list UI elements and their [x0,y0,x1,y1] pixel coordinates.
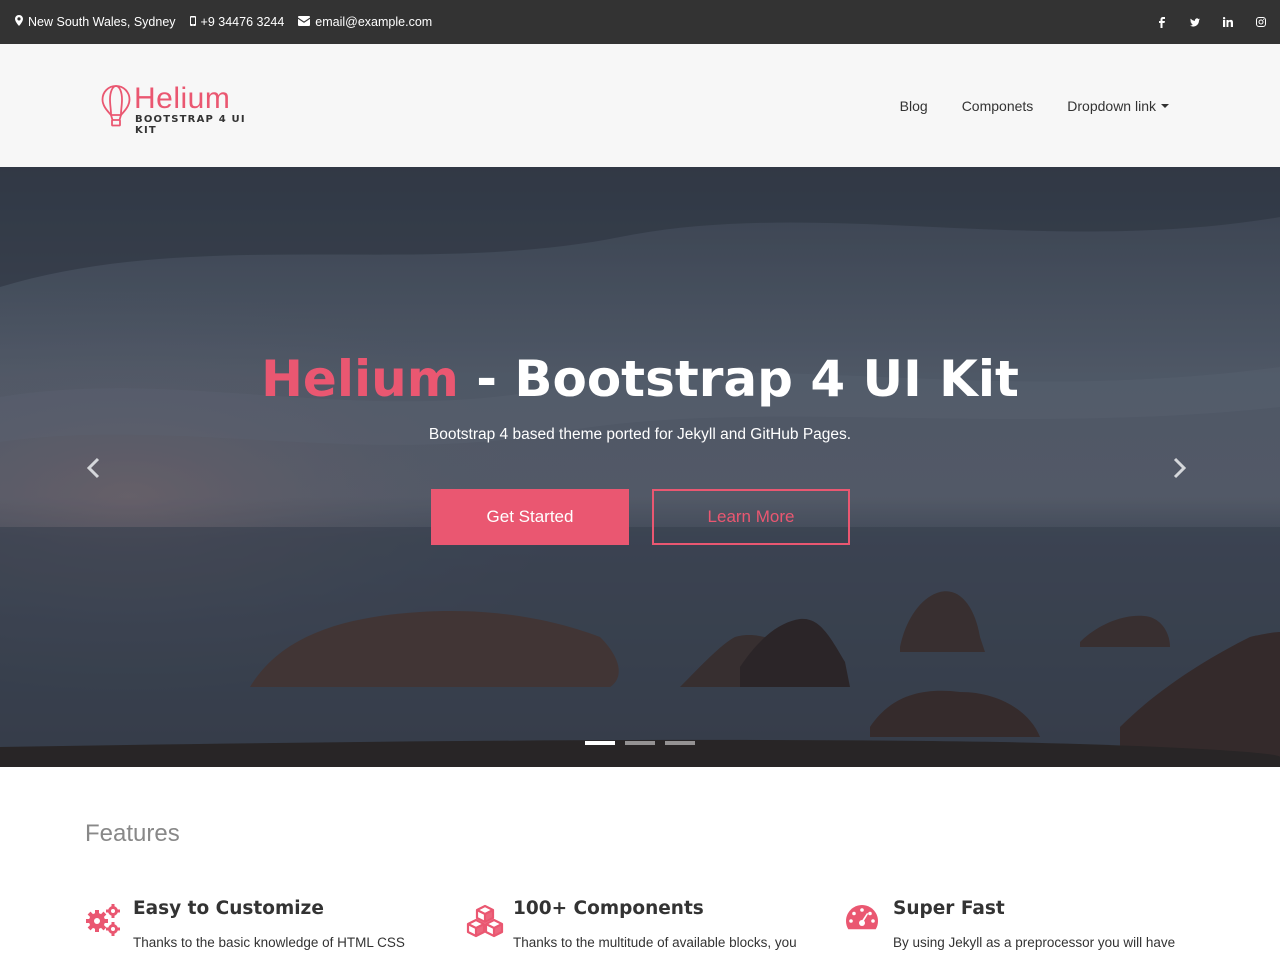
facebook-icon[interactable] [1157,16,1167,28]
hero-background-image [0,167,1280,767]
brand-tagline: BOOTSTRAP 4 UI KIT [135,114,246,136]
feature-title: Easy to Customize [133,898,324,919]
carousel-indicator-2[interactable] [625,741,655,745]
top-info-bar: New South Wales, Sydney +9 34476 3244 em… [0,0,1280,44]
brand-name: Helium [134,82,231,115]
chevron-right-icon [1173,457,1187,479]
email-item[interactable]: email@example.com [298,15,432,29]
carousel-indicator-1[interactable] [585,741,615,745]
email-text[interactable]: email@example.com [315,15,432,29]
get-started-button[interactable]: Get Started [431,489,629,545]
phone-text: +9 34476 3244 [200,15,285,29]
location-item: New South Wales, Sydney [15,15,176,29]
hero-title: Helium - Bootstrap 4 UI Kit [0,350,1280,408]
nav-item-label: Componets [961,97,1034,114]
nav-item-label: Blog [899,97,928,114]
hero-title-rest: - Bootstrap 4 UI Kit [458,350,1019,408]
caret-down-icon [1161,104,1169,108]
contact-info: New South Wales, Sydney +9 34476 3244 em… [15,0,432,44]
carousel-indicator-3[interactable] [665,741,695,745]
learn-more-button[interactable]: Learn More [652,489,850,545]
main-navbar: Helium BOOTSTRAP 4 UI KIT Blog Componets… [0,44,1280,167]
nav-menu: Blog Componets Dropdown link [900,44,1169,167]
twitter-icon[interactable] [1190,16,1200,28]
nav-item-blog[interactable]: Blog [900,98,928,114]
feature-text: Thanks to the basic knowledge of HTML CS… [133,935,405,950]
hero-carousel: Helium - Bootstrap 4 UI Kit Bootstrap 4 … [0,167,1280,767]
linkedin-icon[interactable] [1223,16,1233,28]
nav-item-components[interactable]: Componets [962,98,1034,114]
hot-air-balloon-icon [101,85,131,127]
nav-item-label: Dropdown link [1067,97,1156,114]
feature-title: 100+ Components [513,898,704,919]
instagram-icon[interactable] [1256,16,1266,28]
features-heading: Features [85,820,180,847]
hero-title-accent: Helium [261,350,459,408]
social-links [1157,0,1266,44]
carousel-indicators [585,741,695,745]
envelope-icon [298,15,311,29]
carousel-prev-button[interactable] [81,453,105,483]
phone-item: +9 34476 3244 [189,15,285,29]
feature-text: Thanks to the multitude of available blo… [513,935,797,950]
mobile-phone-icon [189,15,196,29]
dashboard-icon [846,905,878,930]
carousel-next-button[interactable] [1168,453,1192,483]
map-marker-icon [15,15,23,29]
hero-subtitle: Bootstrap 4 based theme ported for Jekyl… [428,426,852,443]
gears-icon [86,904,120,936]
brand-logo[interactable]: Helium BOOTSTRAP 4 UI KIT [101,82,261,136]
cubes-icon [466,904,504,938]
nav-item-dropdown[interactable]: Dropdown link [1067,98,1169,114]
chevron-left-icon [86,457,100,479]
location-text: New South Wales, Sydney [28,15,176,29]
feature-text: By using Jekyll as a preprocessor you wi… [893,935,1176,950]
feature-title: Super Fast [893,898,1005,919]
